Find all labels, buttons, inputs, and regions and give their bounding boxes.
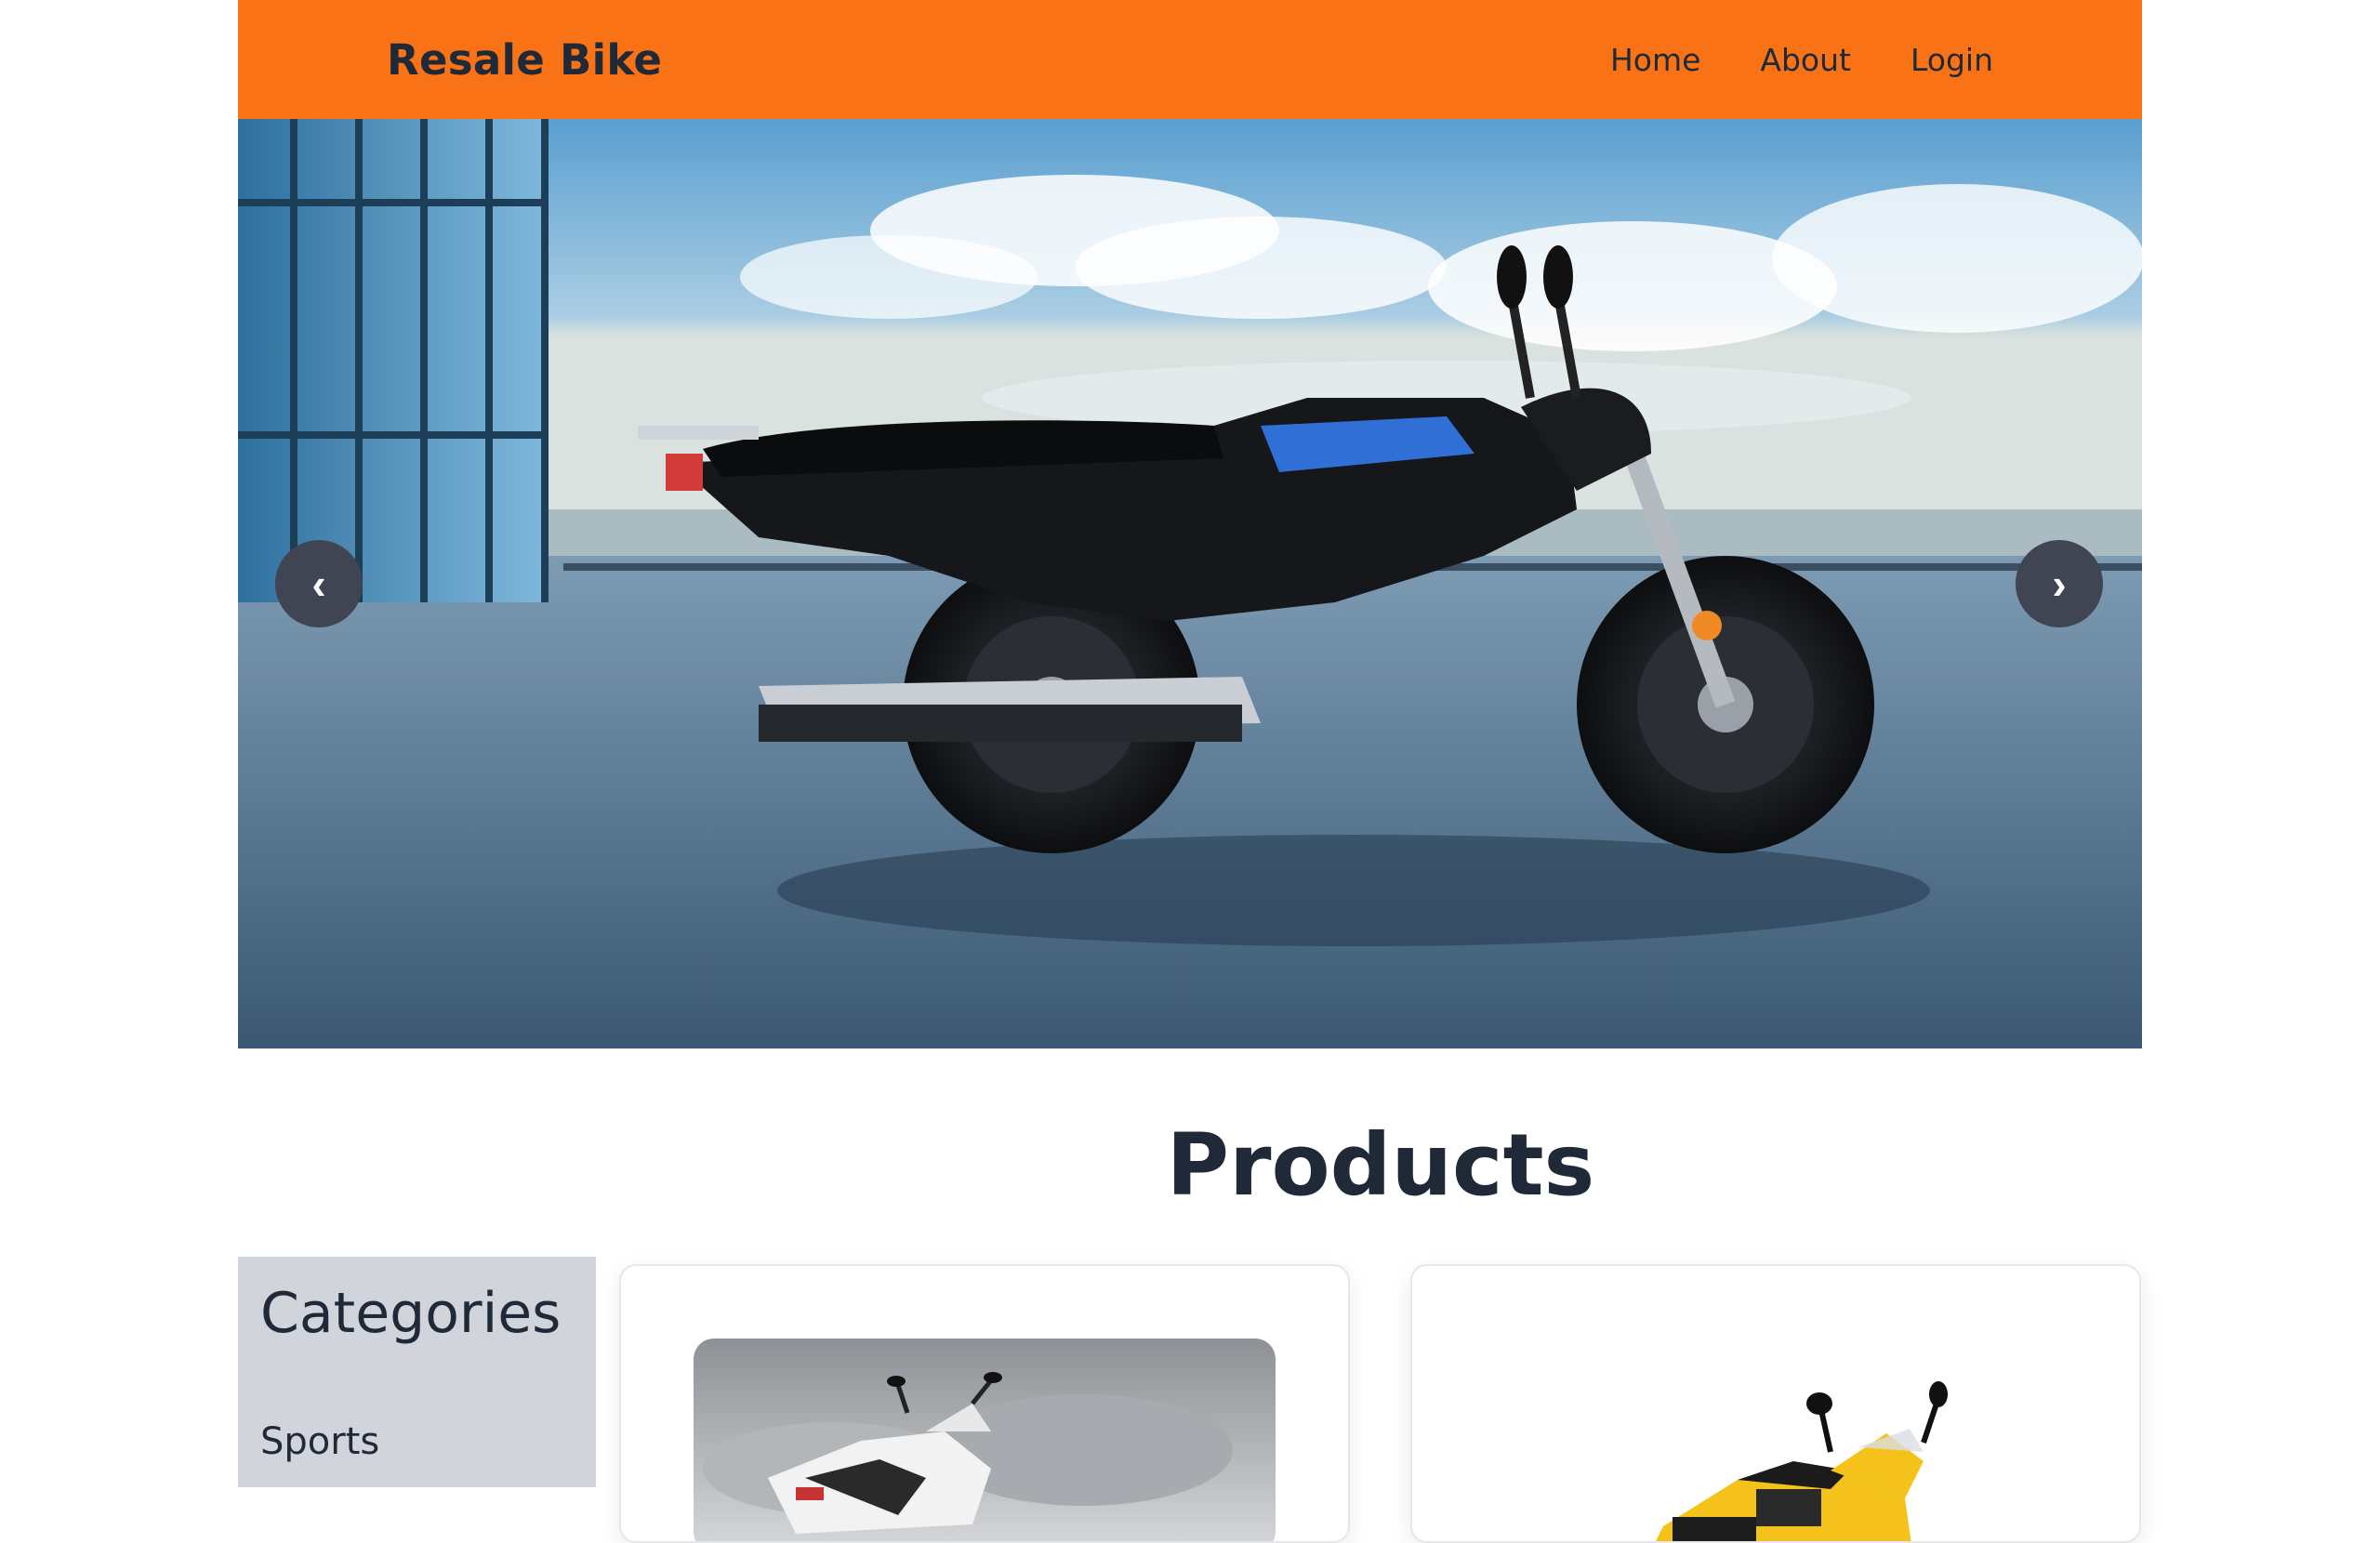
brand-logo[interactable]: Resale Bike [387, 35, 662, 85]
chevron-left-icon: ‹ [311, 560, 326, 608]
page: Resale Bike Home About Login ‹ › Product… [238, 0, 2142, 1543]
carousel-prev-button[interactable]: ‹ [275, 540, 363, 627]
carousel-next-button[interactable]: › [2016, 540, 2103, 627]
nav-login-link[interactable]: Login [1911, 42, 1993, 78]
nav-about-link[interactable]: About [1760, 42, 1851, 78]
product-image [694, 1339, 1276, 1541]
categories-sidebar: Categories Sports [238, 1257, 596, 1487]
category-item-sports[interactable]: Sports [260, 1420, 574, 1463]
products-heading: Products [1166, 1115, 1595, 1215]
categories-heading: Categories [260, 1281, 562, 1346]
hero-carousel: ‹ › [238, 119, 2142, 1048]
motorcycle-photo [238, 119, 2142, 1048]
product-card[interactable] [1410, 1264, 2141, 1543]
yellow-sport-bike-photo [1656, 1381, 1948, 1541]
white-sport-bike-photo [694, 1339, 1276, 1541]
chevron-right-icon: › [2052, 560, 2067, 608]
navbar: Resale Bike Home About Login [238, 0, 2142, 119]
nav-links: Home About Login [1610, 42, 1993, 78]
nav-home-link[interactable]: Home [1610, 42, 1700, 78]
product-card[interactable] [619, 1264, 1350, 1543]
product-image [1552, 1378, 2016, 1541]
